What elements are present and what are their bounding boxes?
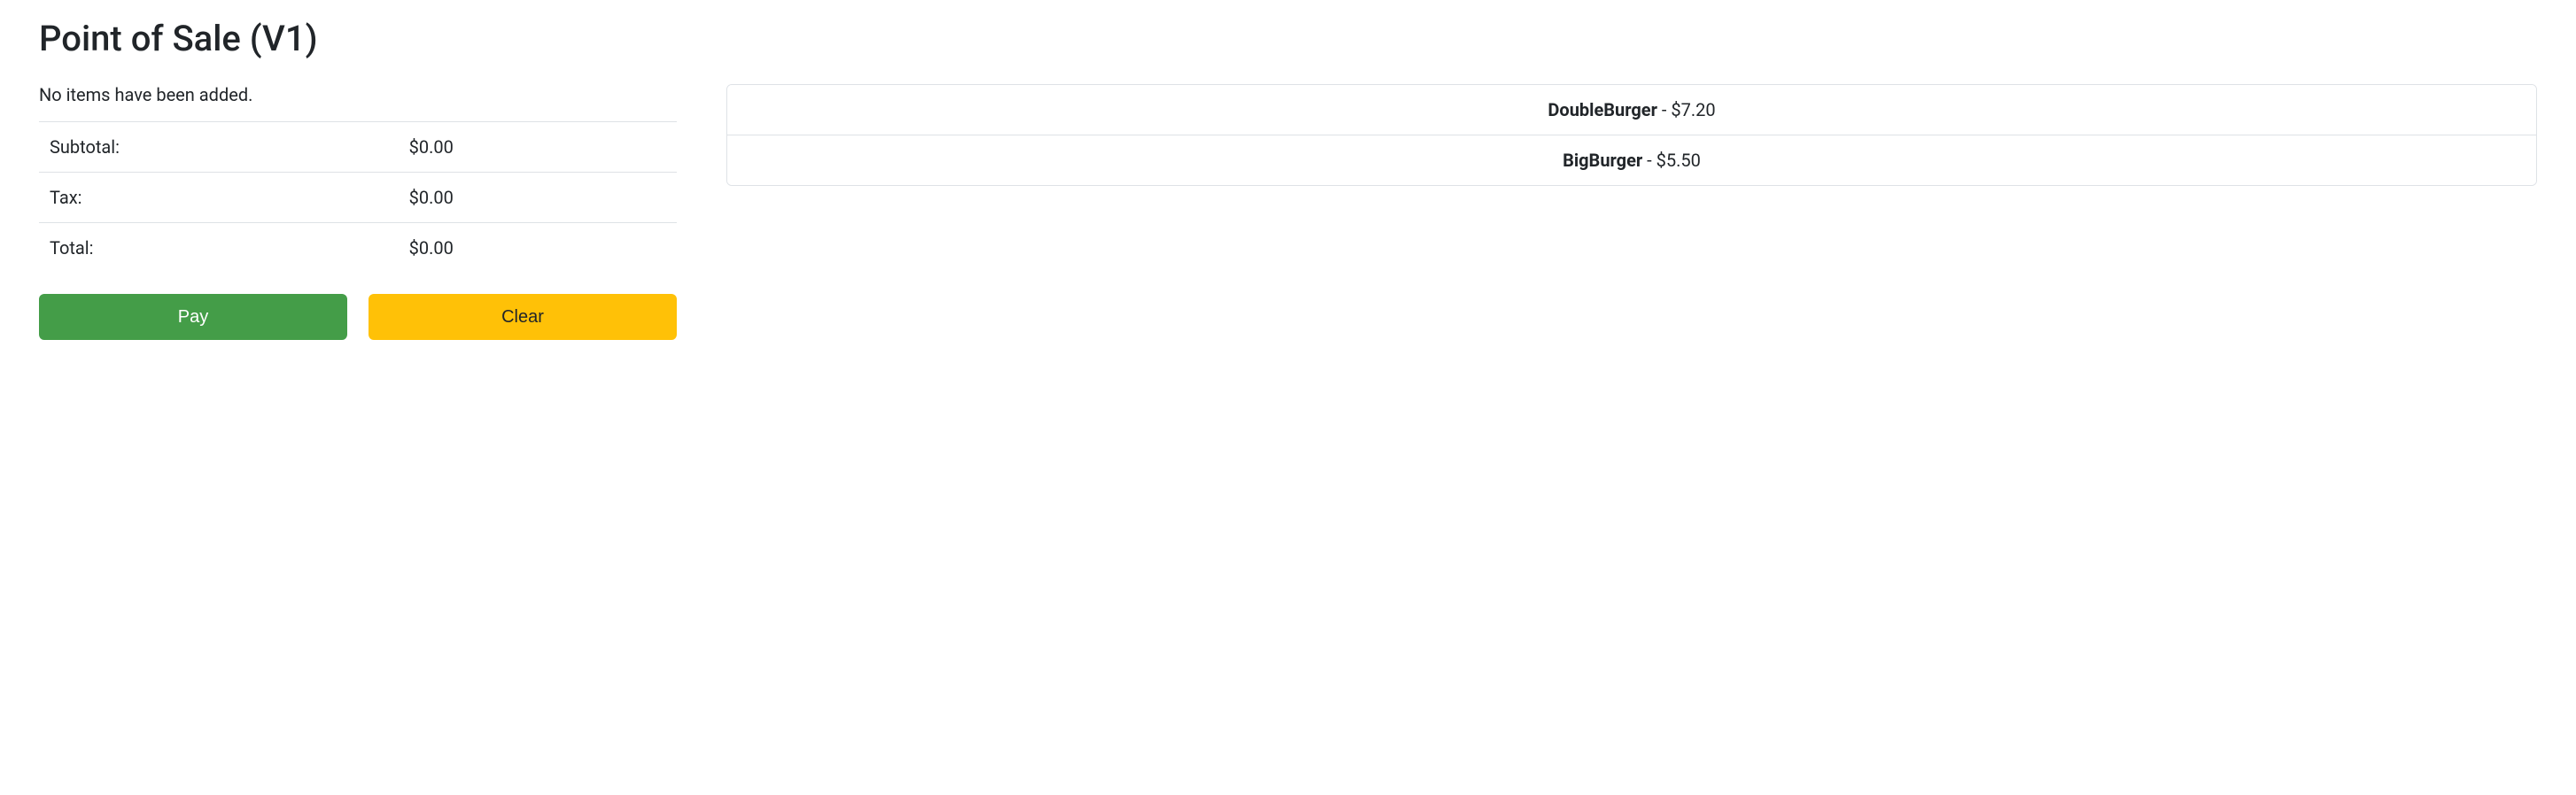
- total-amount: $0.00: [409, 223, 677, 274]
- subtotal-amount: $0.00: [409, 122, 677, 173]
- tax-amount: $0.00: [409, 173, 677, 223]
- menu-item-doubleburger[interactable]: DoubleBurger - $7.20: [727, 85, 2536, 135]
- menu-panel: DoubleBurger - $7.20 BigBurger - $5.50: [726, 84, 2537, 340]
- tax-label: Tax:: [39, 173, 409, 223]
- clear-button[interactable]: Clear: [369, 294, 677, 340]
- menu-item-sep: -: [1657, 99, 1671, 120]
- tax-row: Tax: $0.00: [39, 173, 677, 223]
- menu-item-name: BigBurger: [1563, 150, 1642, 171]
- menu-item-price: $5.50: [1657, 150, 1701, 171]
- empty-cart-message: No items have been added.: [39, 84, 677, 105]
- totals-table: Subtotal: $0.00 Tax: $0.00 Total: $0.00: [39, 121, 677, 273]
- pay-button[interactable]: Pay: [39, 294, 347, 340]
- menu-list: DoubleBurger - $7.20 BigBurger - $5.50: [726, 84, 2537, 186]
- page-title: Point of Sale (V1): [39, 18, 2537, 59]
- menu-item-bigburger[interactable]: BigBurger - $5.50: [727, 135, 2536, 185]
- menu-item-sep: -: [1642, 150, 1656, 171]
- cart-panel: No items have been added. Subtotal: $0.0…: [39, 84, 677, 340]
- total-row: Total: $0.00: [39, 223, 677, 274]
- subtotal-row: Subtotal: $0.00: [39, 122, 677, 173]
- subtotal-label: Subtotal:: [39, 122, 409, 173]
- total-label: Total:: [39, 223, 409, 274]
- menu-item-price: $7.20: [1671, 99, 1715, 120]
- menu-item-name: DoubleBurger: [1548, 99, 1657, 120]
